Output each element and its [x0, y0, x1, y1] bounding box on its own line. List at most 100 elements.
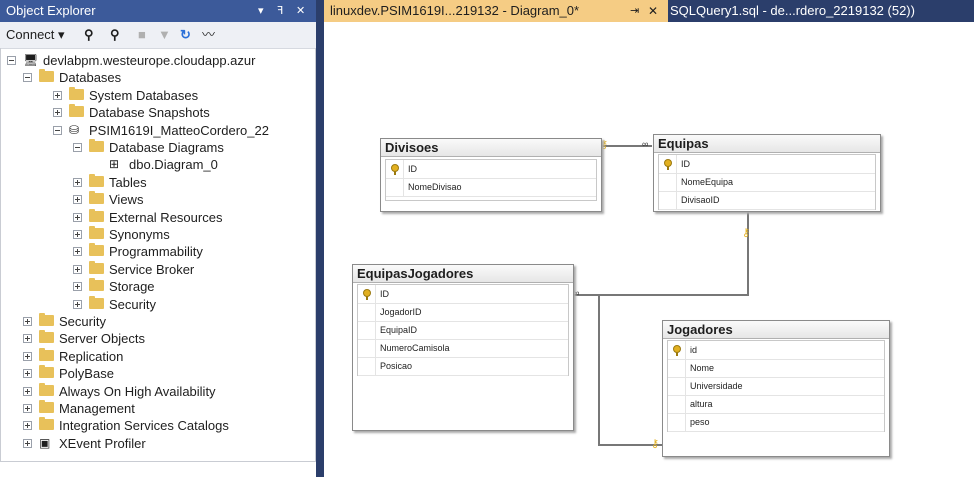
- row-selector[interactable]: [668, 359, 686, 377]
- row-selector[interactable]: [668, 413, 686, 431]
- tree-node[interactable]: Security: [1, 295, 313, 313]
- relationship-jogadores-equipasjogadores-vertical[interactable]: [598, 296, 600, 444]
- row-selector[interactable]: [386, 178, 404, 196]
- expand-icon[interactable]: [73, 247, 82, 257]
- panel-splitter[interactable]: [316, 0, 324, 477]
- tree-node[interactable]: Database Snapshots: [1, 104, 313, 121]
- collapse-icon[interactable]: [7, 56, 16, 65]
- expand-icon[interactable]: [23, 334, 32, 344]
- table-jogadores[interactable]: Jogadores id Nome Universidade altura peso: [662, 320, 890, 457]
- table-column-row[interactable]: JogadorID: [358, 303, 568, 322]
- expand-icon[interactable]: [73, 230, 82, 239]
- tree-node[interactable]: Replication: [1, 347, 313, 365]
- table-title: Equipas: [654, 135, 880, 153]
- tree-node[interactable]: Programmability: [1, 243, 313, 260]
- expand-icon[interactable]: [53, 90, 62, 100]
- tree-node[interactable]: ⊞ dbo.Diagram_0: [1, 156, 313, 173]
- expand-icon[interactable]: [23, 421, 32, 431]
- table-equipasjogadores[interactable]: EquipasJogadores ID JogadorID EquipaID Nume…: [352, 264, 574, 431]
- table-equipas[interactable]: Equipas ID NomeEquipa DivisaoID: [653, 134, 881, 212]
- tree-node[interactable]: Databases: [1, 69, 313, 86]
- table-column-row[interactable]: Universidade: [668, 377, 884, 396]
- row-selector[interactable]: [386, 160, 404, 178]
- close-icon[interactable]: ✕: [296, 0, 305, 22]
- diagram-canvas[interactable]: ⚷ ∞ ⚷ ∞ ⚷ Divisoes ID NomeDivisao Equipas…: [324, 22, 974, 477]
- row-selector[interactable]: [659, 191, 677, 209]
- table-column-row[interactable]: Posicao: [358, 357, 568, 376]
- pin-icon[interactable]: ꟻ: [277, 0, 283, 22]
- row-selector[interactable]: [358, 339, 376, 357]
- expand-icon[interactable]: [73, 282, 82, 292]
- table-column-row[interactable]: NomeEquipa: [659, 173, 875, 192]
- table-column-row[interactable]: Nome: [668, 359, 884, 378]
- expand-icon[interactable]: [23, 438, 32, 448]
- tree-node[interactable]: Management: [1, 400, 313, 417]
- expand-icon[interactable]: [73, 177, 82, 187]
- row-selector[interactable]: [358, 303, 376, 321]
- connect-object-icon[interactable]: ⚲: [84, 22, 94, 48]
- tree-node[interactable]: Database Diagrams: [1, 139, 313, 156]
- expand-icon[interactable]: [53, 108, 62, 118]
- tree-node[interactable]: Service Broker: [1, 260, 313, 278]
- tree-node[interactable]: Server Objects: [1, 330, 313, 347]
- collapse-icon[interactable]: [23, 73, 32, 83]
- row-selector[interactable]: [358, 357, 376, 375]
- expand-icon[interactable]: [73, 195, 82, 205]
- tab-sqlquery[interactable]: SQLQuery1.sql - de...rdero_2219132 (52)): [664, 0, 970, 22]
- row-selector[interactable]: [358, 285, 376, 303]
- tree-node[interactable]: Integration Services Catalogs: [1, 417, 313, 434]
- tree-node[interactable]: ▣ XEvent Profiler: [1, 435, 313, 452]
- tree-node[interactable]: 🖥 devlabpm.westeurope.cloudapp.azur: [1, 52, 313, 69]
- table-column-row[interactable]: ID: [358, 285, 568, 304]
- tree-node[interactable]: PolyBase: [1, 365, 313, 382]
- tree-node[interactable]: Storage: [1, 278, 313, 295]
- table-column-row[interactable]: EquipaID: [358, 321, 568, 340]
- table-column-row[interactable]: id: [668, 341, 884, 360]
- tree-node[interactable]: Views: [1, 191, 313, 208]
- row-selector[interactable]: [668, 377, 686, 395]
- disconnect-icon[interactable]: ⚲: [110, 22, 120, 48]
- tab-diagram[interactable]: linuxdev.PSIM1619I...219132 - Diagram_0*…: [324, 0, 668, 22]
- tree-node[interactable]: Security: [1, 313, 313, 330]
- tab-pin-icon[interactable]: ⇥: [630, 0, 639, 22]
- expand-icon[interactable]: [73, 212, 82, 222]
- table-column-row[interactable]: DivisaoID: [659, 191, 875, 210]
- tree-node[interactable]: External Resources: [1, 208, 313, 226]
- table-column-row[interactable]: ID: [659, 155, 875, 174]
- tab-close-icon[interactable]: ✕: [648, 0, 658, 22]
- expand-icon[interactable]: [23, 386, 32, 396]
- expand-icon[interactable]: [73, 264, 82, 274]
- table-divisoes[interactable]: Divisoes ID NomeDivisao: [380, 138, 602, 212]
- table-column-row[interactable]: NomeDivisao: [386, 178, 596, 197]
- row-selector[interactable]: [668, 341, 686, 359]
- expand-icon[interactable]: [23, 317, 32, 326]
- connect-button[interactable]: Connect ▾: [6, 22, 65, 48]
- tree-node[interactable]: System Databases: [1, 86, 313, 104]
- table-column-row[interactable]: peso: [668, 413, 884, 432]
- expand-icon[interactable]: [73, 299, 82, 309]
- collapse-icon[interactable]: [73, 143, 82, 152]
- dropdown-icon[interactable]: ▾: [258, 0, 264, 22]
- row-selector[interactable]: [659, 155, 677, 173]
- row-selector[interactable]: [668, 395, 686, 413]
- expand-icon[interactable]: [23, 351, 32, 361]
- filter-icon[interactable]: ▼: [158, 22, 171, 48]
- table-column-row[interactable]: NumeroCamisola: [358, 339, 568, 358]
- table-column-row[interactable]: altura: [668, 395, 884, 414]
- refresh-icon[interactable]: ↻: [180, 22, 191, 48]
- folder-icon: [39, 347, 54, 361]
- row-selector[interactable]: [358, 321, 376, 339]
- tree-node[interactable]: Tables: [1, 173, 313, 191]
- collapse-icon[interactable]: [53, 125, 62, 135]
- expand-icon[interactable]: [23, 404, 32, 413]
- row-selector[interactable]: [659, 173, 677, 191]
- activity-monitor-icon[interactable]: 〰: [202, 22, 215, 48]
- table-column-row[interactable]: ID: [386, 160, 596, 179]
- stop-icon[interactable]: ■: [138, 22, 146, 48]
- relationship-equipas-equipasjogadores-vertical[interactable]: [747, 210, 749, 294]
- tree-node[interactable]: Synonyms: [1, 226, 313, 243]
- expand-icon[interactable]: [23, 369, 32, 379]
- column-name: altura: [690, 399, 713, 409]
- tree-node[interactable]: Always On High Availability: [1, 382, 313, 400]
- tree-node[interactable]: ⛁ PSIM1619I_MatteoCordero_22: [1, 122, 313, 139]
